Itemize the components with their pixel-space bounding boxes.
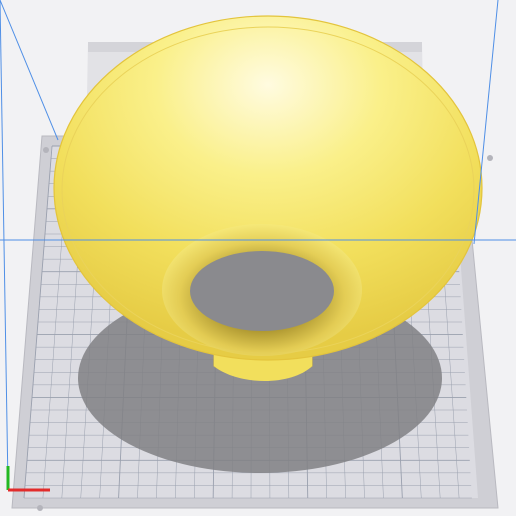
plate-screw-top-right bbox=[487, 155, 493, 161]
plate-screw-top-left bbox=[43, 147, 49, 153]
plate-screw-bottom-right bbox=[37, 505, 43, 511]
view-guide-top-left bbox=[0, 0, 59, 141]
view-guide-left bbox=[0, 0, 9, 487]
scene-canvas[interactable] bbox=[0, 0, 516, 516]
funnel-hole bbox=[190, 251, 334, 331]
3d-viewport[interactable] bbox=[0, 0, 516, 516]
view-guide-right bbox=[473, 0, 499, 245]
